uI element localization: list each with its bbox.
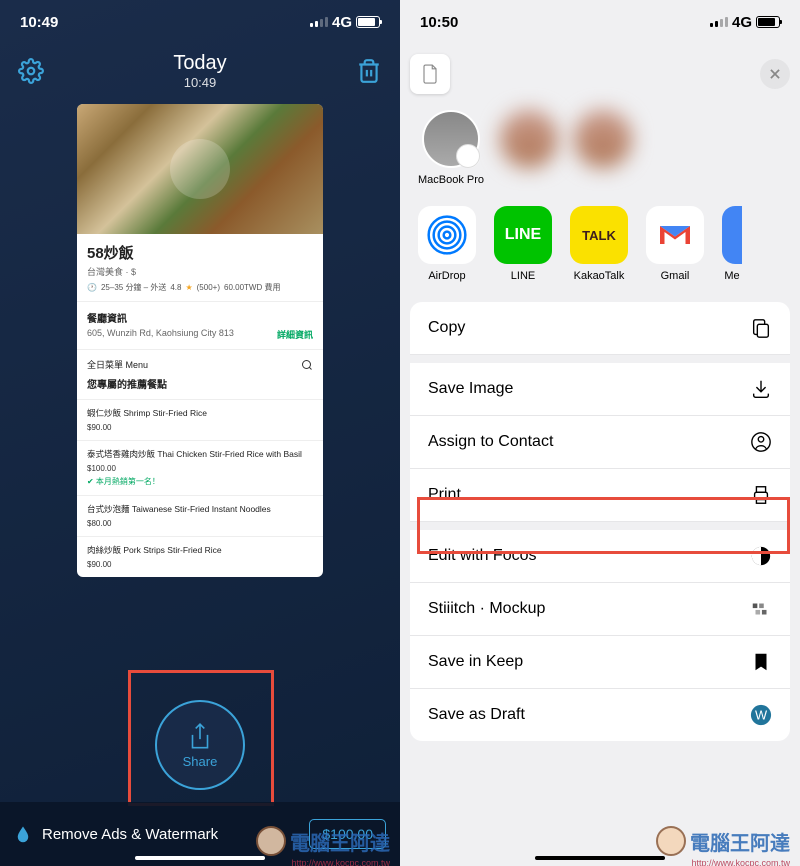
airdrop-contacts: MacBook Pro [410, 110, 790, 186]
food-image [77, 104, 323, 234]
contact-blurred[interactable] [574, 110, 632, 186]
bestseller-badge: ✔ 本月熱銷第一名！ [87, 476, 313, 487]
right-screenshot: 10:50 4G MacBook Pro [400, 0, 800, 866]
stitch-icon [750, 598, 772, 620]
info-heading: 餐廳資訊 [87, 310, 313, 325]
contact-blurred[interactable] [500, 110, 558, 186]
share-apps: AirDrop LINELINE TALKKakaoTalk Gmail Me [410, 206, 790, 282]
restaurant-title: 58炒飯 [87, 242, 313, 263]
restaurant-meta: 🕐25–35 分鐘 – 外送 4.8★(500+) 60.00TWD 費用 [87, 282, 313, 293]
left-screenshot: 10:49 4G Today 10:49 58炒飯 台灣美食 · $ 🕐25–3… [0, 0, 400, 866]
app-more[interactable]: Me [722, 206, 742, 282]
share-sheet: MacBook Pro AirDrop LINELINE TALKKakaoTa… [410, 54, 790, 866]
signal-icon [310, 17, 328, 27]
search-icon[interactable] [301, 359, 313, 371]
document-icon[interactable] [410, 54, 450, 94]
address: 605, Wunzih Rd, Kaohsiung City 813 [87, 328, 234, 341]
menu-item[interactable]: 肉絲炒飯 Pork Strips Stir-Fried Rice $90.00 [77, 536, 323, 577]
page-title: Today [173, 52, 226, 75]
status-bar: 10:49 4G [0, 0, 400, 44]
wordpress-icon: W [750, 704, 772, 726]
detail-link[interactable]: 詳細資訊 [277, 328, 313, 341]
action-assign-contact[interactable]: Assign to Contact [410, 416, 790, 469]
settings-icon[interactable] [18, 58, 44, 84]
action-stitch[interactable]: Stiiitch · Mockup [410, 583, 790, 636]
gmail-icon [657, 221, 693, 249]
action-keep[interactable]: Save in Keep [410, 636, 790, 689]
rec-heading: 您專屬的推薦餐點 [87, 376, 313, 391]
status-bar: 10:50 4G [400, 0, 800, 44]
signal-icon [710, 17, 728, 27]
action-draft[interactable]: Save as Draft W [410, 689, 790, 741]
highlight-save-image [417, 497, 790, 554]
contact-macbook[interactable]: MacBook Pro [418, 110, 484, 186]
menu-item[interactable]: 台式炒泡麵 Taiwanese Stir-Fried Instant Noodl… [77, 495, 323, 536]
trash-icon[interactable] [356, 58, 382, 84]
page-subtitle: 10:49 [173, 75, 226, 90]
network-label: 4G [332, 14, 352, 31]
watermark: 電腦王阿達 http://www.kocpc.com.tw [256, 826, 390, 856]
menu-item[interactable]: 蝦仁炒飯 Shrimp Stir-Fried Rice $90.00 [77, 399, 323, 440]
svg-text:W: W [755, 708, 768, 723]
home-indicator[interactable] [135, 856, 265, 860]
battery-icon [356, 16, 380, 28]
watermark: 電腦王阿達 http://www.kocpc.com.tw [656, 826, 790, 856]
bookmark-icon [750, 651, 772, 673]
action-copy[interactable]: Copy [410, 302, 790, 355]
copy-icon [750, 317, 772, 339]
menu-item[interactable]: 泰式塔香雞肉炒飯 Thai Chicken Stir-Fried Rice wi… [77, 440, 323, 495]
app-airdrop[interactable]: AirDrop [418, 206, 476, 282]
app-header: Today 10:49 [0, 44, 400, 98]
highlight-share [128, 670, 274, 806]
network-label: 4G [732, 14, 752, 31]
menu-label: 全日菜單 Menu [87, 358, 148, 371]
close-button[interactable] [760, 59, 790, 89]
status-time: 10:50 [420, 14, 458, 31]
restaurant-subtitle: 台灣美食 · $ [87, 265, 313, 278]
contact-icon [750, 431, 772, 453]
action-save-image[interactable]: Save Image [410, 363, 790, 416]
download-icon [750, 378, 772, 400]
airdrop-icon [427, 215, 467, 255]
drop-icon [14, 823, 32, 845]
battery-icon [756, 16, 780, 28]
status-time: 10:49 [20, 14, 58, 31]
app-gmail[interactable]: Gmail [646, 206, 704, 282]
close-icon [768, 67, 782, 81]
home-indicator[interactable] [535, 856, 665, 860]
screenshot-card: 58炒飯 台灣美食 · $ 🕐25–35 分鐘 – 外送 4.8★(500+) … [77, 104, 323, 577]
app-kakao[interactable]: TALKKakaoTalk [570, 206, 628, 282]
app-line[interactable]: LINELINE [494, 206, 552, 282]
